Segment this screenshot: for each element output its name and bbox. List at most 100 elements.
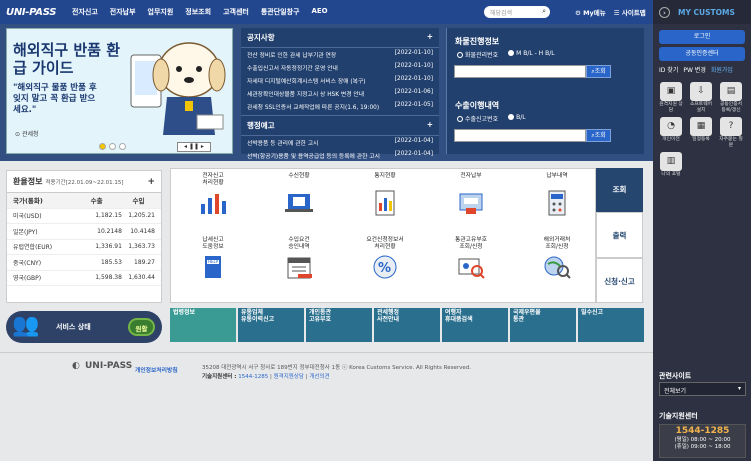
quick-overseas-partner[interactable]: 해외거래처 조회/신청 (523, 237, 591, 299)
unipass-logo[interactable]: UNI-PASS (0, 0, 62, 24)
portal-icon: ▥ (660, 152, 682, 171)
table-header: 국가(통화) 수출 수입 (7, 193, 161, 209)
banner-title: 해외직구 반품 환급 가이드 (13, 41, 121, 77)
admin-notice-item[interactable]: 선박용품 등 관리에 관한 고시 [2022-01-04] (241, 136, 439, 149)
carousel-dot[interactable] (109, 143, 116, 150)
find-id-link[interactable]: ID 찾기 (659, 65, 678, 74)
menu-aeo[interactable]: AEO (311, 7, 327, 17)
login-button[interactable]: 로그인 (659, 30, 745, 44)
menu-work-support[interactable]: 업무지원 (148, 7, 174, 17)
calculator-icon (540, 188, 574, 218)
tracking-panel: 화물진행정보 화물관리번호 M B/L - H B/L ⌕조회 수출이행내역 수출… (446, 28, 644, 154)
notice-more-icon[interactable]: + (427, 32, 433, 43)
monitor-icon: ▣ (660, 82, 682, 101)
remote-support-shortcut[interactable]: ▣ 원격지원 상담 (659, 82, 683, 113)
my-customs-title: MY CUSTOMS (678, 7, 735, 17)
mascot-illustration (130, 42, 226, 135)
my-portal-shortcut[interactable]: ▥ 나의 포털 (659, 152, 683, 178)
admin-notice-title[interactable]: 행정예고 (247, 120, 275, 131)
tab-inquiry[interactable]: 조회 (596, 168, 643, 212)
notice-title[interactable]: 공지사항 (247, 32, 275, 43)
admin-notice-item[interactable]: 선박(항공기)용품 및 용역공급업 등의 등록에 관한 고시 [2022-01-0… (241, 149, 439, 162)
privacy-policy-link[interactable]: 개인정보처리방침 (135, 365, 178, 374)
shortcut-distribution-history[interactable]: 유통업체 유통이력신고 (238, 308, 304, 342)
my-menu-button[interactable]: ⚙ My메뉴 (575, 7, 606, 17)
related-sites-select[interactable]: 전체보기 ▾ (659, 382, 746, 396)
shortcut-pre-guide[interactable]: 관세행정 사전안내 (374, 308, 440, 342)
certificate-center-button[interactable]: 공동인증센터 (659, 47, 745, 61)
carousel-dots (99, 143, 126, 150)
signup-link[interactable]: 회원가입 (711, 65, 733, 74)
carousel-pager[interactable]: ◂ ❚❚ ▸ (177, 142, 211, 152)
tab-application[interactable]: 신청·신고 (596, 258, 643, 303)
collapse-icon[interactable]: › (659, 6, 670, 18)
search-icon[interactable]: ⌕ (542, 7, 546, 16)
feedback-link[interactable]: 개선의견 (309, 374, 329, 380)
export-radio-decl[interactable]: 수출신고번호 (457, 114, 498, 123)
kcs-seal: ⊙ 관세청 (15, 131, 39, 138)
export-search-button[interactable]: ⌕조회 (586, 129, 611, 142)
quick-e-payment[interactable]: 전자납부 (437, 173, 505, 235)
shortcut-strip: 법령정보 유통업체 유통이력신고 개인통관 고유부호 관세행정 사전안내 여행자… (170, 308, 644, 342)
notice-item[interactable]: 수출입신고서 자동정정기간 운영 안내 [2022-01-10] (241, 61, 439, 74)
exchange-rate-more-icon[interactable]: + (147, 177, 155, 187)
promo-banner[interactable]: 해외직구 반품 환급 가이드 "해외직구 물품 반품 후 잊지 말고 꼭 환급 … (6, 28, 233, 154)
quick-notification-status[interactable]: 통지현황 (351, 173, 419, 235)
svg-text:%: % (378, 261, 391, 276)
software-install-shortcut[interactable]: ⇩ 소프트웨어 설치 (689, 82, 713, 113)
related-sites-title: 관련사이트 (659, 372, 692, 380)
certificate-register-shortcut[interactable]: ▤ 공동인증서 등록/갱신 (719, 82, 743, 113)
menu-e-declaration[interactable]: 전자신고 (72, 7, 98, 17)
notice-item[interactable]: 관세청 SSL인증서 교체작업에 따른 공지(1.6, 19:00) [2022-… (241, 100, 439, 113)
sitemap-button[interactable]: ☰ 사이트맵 (614, 7, 646, 17)
quick-customs-code[interactable]: 통관고유부호 조회/신청 (437, 237, 505, 299)
notice-item[interactable]: 세관장확인대상물품 지정고시 상 HSK 변경 안내 [2022-01-06] (241, 87, 439, 100)
cargo-search-button[interactable]: ⌕조회 (586, 65, 611, 78)
personal-move-shortcut[interactable]: ◔ 개인이전 (659, 117, 683, 148)
menu-customer-center[interactable]: 고객센터 (223, 7, 249, 17)
cargo-radio-bl[interactable]: M B/L - H B/L (508, 50, 555, 59)
quick-payment-history[interactable]: 납부내역 (523, 173, 591, 235)
quick-e-declaration-status[interactable]: 전자신고 처리현황 (179, 173, 247, 235)
shortcut-law-info[interactable]: 법령정보 (170, 308, 236, 342)
laptop-mail-icon (282, 188, 316, 218)
table-row: 유럽연합(EUR) 1,336.91 1,363.73 (7, 240, 161, 255)
tab-print[interactable]: 출력 (596, 212, 643, 258)
search-input[interactable]: 해당검색 ⌕ (484, 6, 550, 18)
quick-requirement-status[interactable]: 요건신청정보서 처리현황% (351, 237, 419, 299)
menu-info-inquiry[interactable]: 정보조회 (185, 7, 211, 17)
footer-phone-link[interactable]: 1544-1285 (238, 374, 268, 380)
quick-receipt-status[interactable]: 수신현황 (265, 173, 333, 235)
shortcut-postal-clearance[interactable]: 국제우편물 통관 (510, 308, 576, 342)
faq-shortcut[interactable]: ? 자주묻는 질문 (719, 117, 743, 148)
chat-icon: ◔ (660, 117, 682, 136)
table-row: 중국(CNY) 185.53 189.27 (7, 255, 161, 271)
certificate-icon: ▤ (720, 82, 742, 101)
export-title: 수출이행내역 (455, 101, 500, 110)
table-row: 일본(JPY) 10.2148 10.4148 (7, 224, 161, 240)
schedule-shortcut[interactable]: ▦ 일정등록 (689, 117, 713, 148)
carousel-dot[interactable] (99, 143, 106, 150)
support-phone[interactable]: 1544-1285 (660, 425, 745, 437)
change-pw-link[interactable]: PW 변경 (683, 65, 706, 74)
shortcut-traveler-search[interactable]: 여행자 휴대품검색 (442, 308, 508, 342)
shortcut-smuggling-report[interactable]: 밀수신고 (578, 308, 644, 342)
my-customs-sidebar: › MY CUSTOMS 로그인 공동인증센터 ID 찾기 PW 변경 회원가입 ▣ 원… (653, 0, 751, 461)
menu-e-payment[interactable]: 전자납부 (110, 7, 136, 17)
export-radio-bl[interactable]: B/L (508, 114, 526, 123)
cargo-input[interactable] (454, 65, 586, 78)
quick-import-approval[interactable]: 수입요건 승인내역 (265, 237, 333, 299)
shortcut-personal-customs-code[interactable]: 개인통관 고유부호 (306, 308, 372, 342)
notice-item[interactable]: 전산 정비로 인한 관세 납부기관 연장 [2022-01-10] (241, 48, 439, 61)
quick-tax-help[interactable]: 납세신고 도움정보 HELP (179, 237, 247, 299)
admin-notice-more-icon[interactable]: + (427, 120, 433, 131)
cargo-radio-mgmt[interactable]: 화물관리번호 (457, 50, 498, 59)
notice-panel: 공지사항 + 전산 정비로 인한 관세 납부기관 연장 [2022-01-10] 수… (241, 28, 439, 160)
remote-support-link[interactable]: 원격지원상담 (274, 374, 304, 380)
export-input[interactable] (454, 129, 586, 142)
people-icon: 👥 (12, 313, 40, 338)
exchange-rate-period: 적용기간[22.01.09~22.01.15] (45, 180, 124, 186)
notice-item[interactable]: 자세대 디지털예산회계시스템 서비스 장애 (복구) [2022-01-10] (241, 74, 439, 87)
menu-single-window[interactable]: 통관단일창구 (261, 7, 300, 17)
carousel-dot[interactable] (119, 143, 126, 150)
